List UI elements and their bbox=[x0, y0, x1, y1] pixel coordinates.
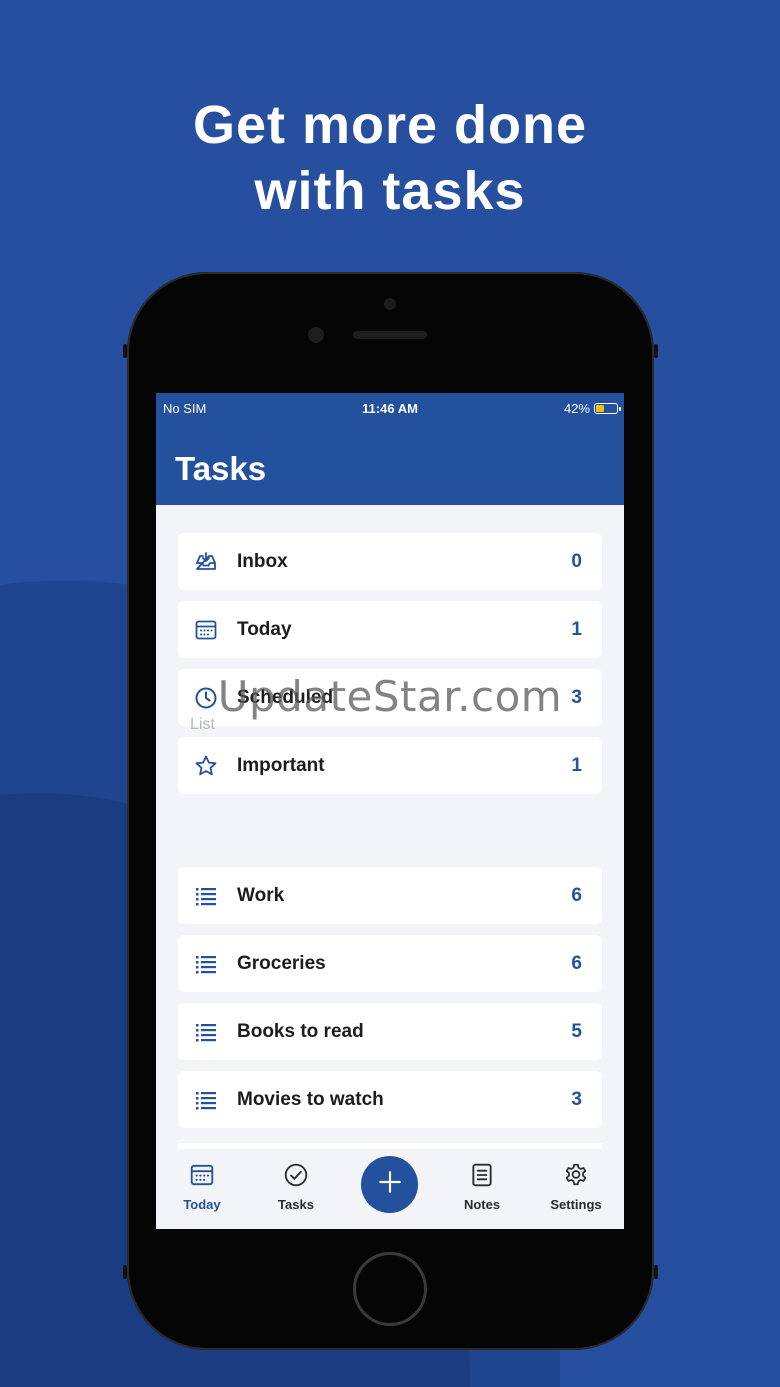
earpiece-speaker bbox=[353, 331, 427, 339]
headline-line-1: Get more done bbox=[192, 95, 588, 155]
bottom-tab-bar: Today Tasks Notes Settings bbox=[156, 1149, 624, 1229]
tab-label: Today bbox=[183, 1197, 221, 1212]
list-icon bbox=[194, 952, 218, 976]
smart-list-count: 1 bbox=[571, 618, 582, 640]
check-circle-icon bbox=[283, 1162, 309, 1193]
headline: Get more done with tasks bbox=[0, 92, 780, 224]
tab-tasks[interactable]: Tasks bbox=[256, 1162, 336, 1212]
tab-settings[interactable]: Settings bbox=[536, 1162, 616, 1212]
smart-list-label: Today bbox=[237, 618, 292, 640]
list-label: Books to read bbox=[237, 1020, 364, 1042]
list-icon bbox=[194, 1088, 218, 1112]
app-header: No SIM 11:46 AM 42% Tasks bbox=[156, 393, 624, 505]
tab-label: Tasks bbox=[278, 1197, 314, 1212]
headline-line-2: with tasks bbox=[254, 161, 526, 221]
front-camera bbox=[308, 327, 324, 343]
smart-list-important[interactable]: Important 1 bbox=[178, 737, 602, 794]
battery-fill bbox=[596, 405, 605, 412]
clock: 11:46 AM bbox=[362, 401, 418, 416]
smart-list-label: Inbox bbox=[237, 550, 288, 572]
smart-list-label: Important bbox=[237, 754, 325, 776]
watermark-text: UpdateStar.com bbox=[217, 672, 563, 721]
list-count: 6 bbox=[571, 952, 582, 974]
gear-icon bbox=[563, 1162, 589, 1193]
power-button bbox=[654, 344, 658, 358]
phone-screen: No SIM 11:46 AM 42% Tasks Inbox 0 Today … bbox=[156, 393, 624, 1229]
list-label: Movies to watch bbox=[237, 1088, 384, 1110]
star-icon bbox=[194, 754, 218, 778]
list-icon bbox=[194, 1020, 218, 1044]
plus-icon bbox=[377, 1169, 403, 1200]
mute-switch bbox=[123, 344, 127, 358]
list-count: 6 bbox=[571, 884, 582, 906]
tab-label: Notes bbox=[463, 1197, 501, 1212]
side-button-lower-right bbox=[654, 1265, 658, 1279]
battery-percent: 42% bbox=[563, 401, 590, 416]
tab-label: Settings bbox=[550, 1197, 602, 1212]
note-icon bbox=[469, 1162, 495, 1193]
smart-list-today[interactable]: Today 1 bbox=[178, 601, 602, 658]
smart-list-count: 1 bbox=[571, 754, 582, 776]
list-label: Groceries bbox=[237, 952, 326, 974]
calendar-icon bbox=[194, 618, 218, 642]
battery-icon bbox=[594, 403, 621, 414]
proximity-sensor bbox=[384, 298, 396, 310]
calendar-icon bbox=[189, 1162, 215, 1193]
tab-today[interactable]: Today bbox=[162, 1162, 242, 1212]
list-icon bbox=[194, 884, 218, 908]
list-label: Work bbox=[237, 884, 285, 906]
page-title: Tasks bbox=[175, 450, 267, 487]
list-count: 5 bbox=[571, 1020, 582, 1042]
inbox-icon bbox=[194, 550, 218, 574]
list-movies-to-watch[interactable]: Movies to watch 3 bbox=[178, 1071, 602, 1128]
battery-indicator: 42% bbox=[563, 401, 621, 416]
smart-list-inbox[interactable]: Inbox 0 bbox=[178, 533, 602, 590]
list-books-to-read[interactable]: Books to read 5 bbox=[178, 1003, 602, 1060]
status-bar: No SIM 11:46 AM 42% bbox=[156, 401, 624, 416]
list-count: 3 bbox=[571, 1088, 582, 1110]
smart-list-count: 0 bbox=[571, 550, 582, 572]
tab-notes[interactable]: Notes bbox=[442, 1162, 522, 1212]
list-work[interactable]: Work 6 bbox=[178, 867, 602, 924]
phone-frame: No SIM 11:46 AM 42% Tasks Inbox 0 Today … bbox=[123, 272, 658, 1350]
list-groceries[interactable]: Groceries 6 bbox=[178, 935, 602, 992]
home-button[interactable] bbox=[353, 1252, 427, 1326]
add-task-button[interactable] bbox=[361, 1156, 418, 1213]
side-button-lower-left bbox=[123, 1265, 127, 1279]
